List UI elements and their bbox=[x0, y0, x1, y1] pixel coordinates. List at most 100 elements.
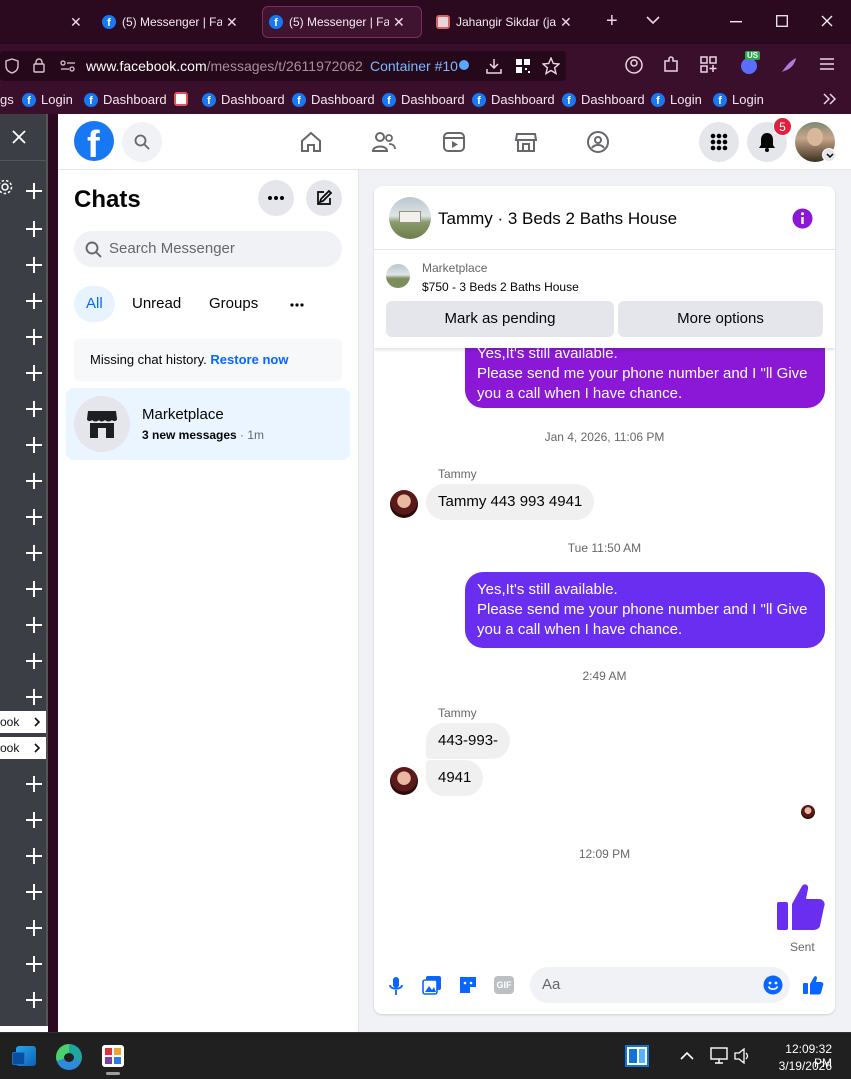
bookmark-item[interactable]: f Dashboard bbox=[292, 92, 375, 107]
bookmark-item[interactable]: gs bbox=[0, 92, 14, 107]
task-view-icon[interactable] bbox=[625, 1045, 649, 1067]
add-item-icon[interactable] bbox=[26, 401, 42, 417]
add-item-icon[interactable] bbox=[26, 221, 42, 237]
account-icon[interactable] bbox=[625, 56, 643, 74]
bookmark-item[interactable]: f Dashboard bbox=[202, 92, 285, 107]
extensions-icon[interactable] bbox=[662, 56, 680, 74]
grid-extension-icon[interactable] bbox=[700, 56, 718, 74]
info-icon[interactable] bbox=[792, 208, 813, 229]
sender-avatar[interactable] bbox=[390, 767, 418, 795]
sticker-icon[interactable] bbox=[458, 975, 478, 995]
search-messenger-input[interactable]: Search Messenger bbox=[74, 231, 342, 267]
add-item-icon[interactable] bbox=[26, 183, 42, 199]
add-item-icon[interactable] bbox=[26, 473, 42, 489]
filter-groups-tab[interactable]: Groups bbox=[209, 286, 258, 322]
new-message-button[interactable] bbox=[306, 180, 342, 216]
add-item-icon[interactable] bbox=[26, 776, 42, 792]
bookmark-item[interactable] bbox=[174, 92, 193, 106]
search-button[interactable] bbox=[122, 122, 162, 162]
side-panel-item[interactable]: ook bbox=[0, 711, 46, 733]
add-item-icon[interactable] bbox=[26, 992, 42, 1008]
emoji-icon[interactable] bbox=[763, 975, 783, 995]
outlook-icon[interactable] bbox=[12, 1044, 38, 1068]
add-item-icon[interactable] bbox=[26, 884, 42, 900]
close-tab-icon[interactable]: ✕ bbox=[560, 14, 572, 31]
add-item-icon[interactable] bbox=[26, 365, 42, 381]
more-options-button[interactable]: More options bbox=[618, 301, 823, 337]
add-item-icon[interactable] bbox=[26, 920, 42, 936]
add-item-icon[interactable] bbox=[26, 257, 42, 273]
close-tab-icon[interactable]: ✕ bbox=[226, 14, 238, 31]
incoming-message[interactable]: 443-993- bbox=[426, 723, 511, 759]
filter-unread-tab[interactable]: Unread bbox=[132, 286, 181, 322]
add-item-icon[interactable] bbox=[26, 848, 42, 864]
incoming-message[interactable]: 4941 bbox=[426, 760, 484, 796]
container-label[interactable]: Container #10 bbox=[370, 58, 458, 74]
outgoing-message[interactable]: Yes,It's still available. Please send me… bbox=[465, 572, 825, 648]
home-icon[interactable] bbox=[299, 130, 323, 154]
close-panel-icon[interactable] bbox=[12, 130, 26, 144]
firefox-app-icon[interactable] bbox=[102, 1045, 124, 1067]
minimize-icon[interactable] bbox=[730, 21, 742, 23]
close-window-icon[interactable] bbox=[821, 15, 833, 27]
tray-chevron-up-icon[interactable] bbox=[680, 1051, 694, 1060]
gif-button[interactable]: GIF bbox=[494, 976, 514, 994]
mark-as-pending-button[interactable]: Mark as pending bbox=[386, 301, 614, 337]
close-tab-icon[interactable]: ✕ bbox=[393, 14, 405, 31]
bookmarks-overflow-icon[interactable] bbox=[823, 93, 837, 105]
volume-icon[interactable] bbox=[734, 1048, 752, 1064]
vpn-extension[interactable]: US bbox=[739, 51, 761, 75]
address-bar[interactable]: www.facebook.com/messages/t/2611972062 C… bbox=[0, 51, 566, 81]
bookmark-item[interactable]: f Login bbox=[22, 92, 73, 107]
tab-list-chevron-icon[interactable] bbox=[646, 15, 660, 25]
listing-title[interactable]: $750 - 3 Beds 2 Baths House bbox=[422, 280, 579, 294]
photo-attach-icon[interactable] bbox=[422, 975, 442, 995]
add-item-icon[interactable] bbox=[26, 581, 42, 597]
add-item-icon[interactable] bbox=[26, 812, 42, 828]
more-filters-icon[interactable] bbox=[290, 303, 304, 307]
download-icon[interactable] bbox=[486, 58, 502, 74]
tab-partial[interactable]: ✕ bbox=[0, 6, 86, 38]
restore-now-link[interactable]: Restore now bbox=[210, 352, 288, 367]
close-tab-icon[interactable]: ✕ bbox=[70, 14, 82, 31]
add-item-icon[interactable] bbox=[26, 689, 42, 705]
menu-button[interactable] bbox=[699, 122, 739, 162]
incoming-message[interactable]: Tammy 443 993 4941 bbox=[426, 484, 595, 520]
account-chevron-icon[interactable] bbox=[822, 148, 836, 162]
bookmark-item[interactable]: f Dashboard bbox=[84, 92, 167, 107]
side-panel-item[interactable]: ook bbox=[0, 737, 46, 759]
thumbs-up-sticker-icon[interactable] bbox=[775, 882, 827, 932]
friends-icon[interactable] bbox=[371, 130, 397, 154]
bookmark-item[interactable]: f Dashboard bbox=[472, 92, 555, 107]
listing-avatar[interactable] bbox=[389, 197, 431, 239]
add-item-icon[interactable] bbox=[26, 653, 42, 669]
tab-jahangir[interactable]: Jahangir Sikdar (jaha ✕ bbox=[430, 6, 594, 38]
bookmark-item[interactable]: f Login bbox=[651, 92, 702, 107]
conversation-title[interactable]: Tammy · 3 Beds 2 Baths House bbox=[438, 209, 677, 229]
groups-icon[interactable] bbox=[586, 130, 610, 154]
facebook-logo-icon[interactable]: f bbox=[74, 121, 114, 161]
qr-code-icon[interactable] bbox=[515, 58, 531, 74]
chat-options-button[interactable] bbox=[258, 180, 294, 216]
add-item-icon[interactable] bbox=[26, 617, 42, 633]
add-item-icon[interactable] bbox=[26, 437, 42, 453]
thumbs-up-icon[interactable] bbox=[802, 975, 824, 995]
lock-icon[interactable] bbox=[33, 58, 45, 73]
video-icon[interactable] bbox=[442, 130, 466, 154]
taskbar-clock-date[interactable]: 3/19/2026 bbox=[776, 1059, 832, 1073]
bookmark-item[interactable]: f Login bbox=[713, 92, 764, 107]
add-item-icon[interactable] bbox=[26, 956, 42, 972]
edge-browser-icon[interactable] bbox=[56, 1044, 82, 1070]
bookmark-item[interactable]: f Dashboard bbox=[562, 92, 645, 107]
bookmark-star-icon[interactable] bbox=[542, 57, 560, 75]
shield-icon[interactable] bbox=[5, 58, 19, 74]
conversation-item[interactable]: Marketplace 3 new messages · 1m bbox=[66, 388, 350, 460]
bookmark-item[interactable]: f Dashboard bbox=[382, 92, 465, 107]
new-tab-button[interactable]: + bbox=[606, 10, 618, 33]
add-item-icon[interactable] bbox=[26, 545, 42, 561]
menu-hamburger-icon[interactable] bbox=[820, 58, 834, 70]
message-input[interactable]: Aa bbox=[530, 967, 790, 1003]
marketplace-icon[interactable] bbox=[514, 130, 538, 154]
settings-gear-icon[interactable] bbox=[0, 178, 16, 196]
maximize-icon[interactable] bbox=[776, 15, 788, 27]
